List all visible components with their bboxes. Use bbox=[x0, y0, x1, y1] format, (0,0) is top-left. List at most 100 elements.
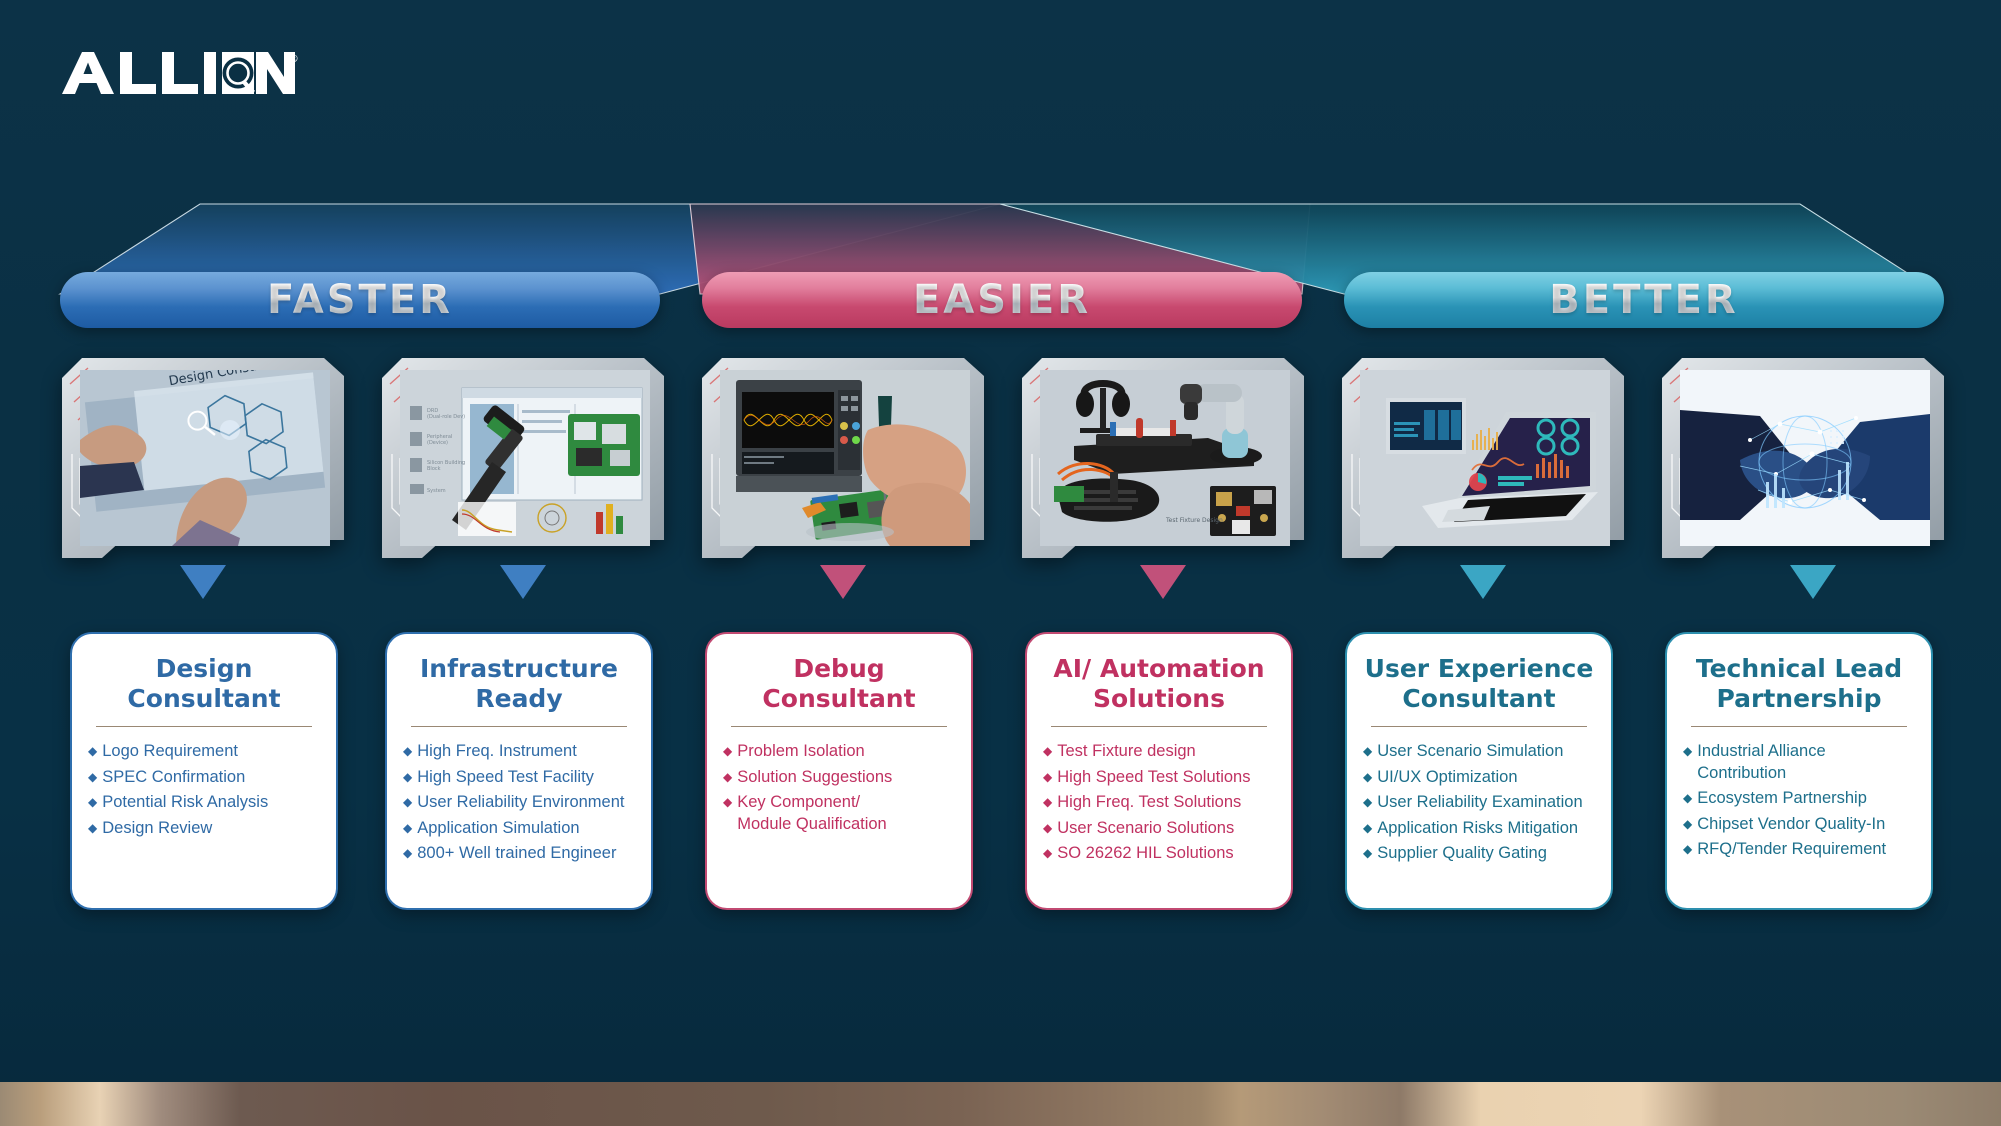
card-infrastructure-ready[interactable]: Infrastructure Ready ◆ High Freq. Instrumen… bbox=[385, 632, 653, 910]
list-item-label: High Speed Test Facility bbox=[417, 767, 594, 786]
card-feature-list: ◆ Industrial Alliance Contribution ◆ Ecosyst… bbox=[1683, 741, 1915, 861]
card-title: Debug Consultant bbox=[762, 654, 916, 713]
list-item: ◆ Chipset Vendor Quality-In bbox=[1683, 814, 1915, 836]
diamond-bullet-icon: ◆ bbox=[1363, 795, 1373, 809]
allion-logo: ® bbox=[60, 48, 300, 100]
list-item-label: Solution Suggestions bbox=[737, 767, 893, 786]
list-item-label: User Scenario Simulation bbox=[1377, 742, 1564, 760]
list-item-label: User Reliability Environment bbox=[417, 793, 625, 811]
connector-triangle-4 bbox=[1140, 565, 1186, 599]
diamond-bullet-icon: ◆ bbox=[1363, 769, 1373, 784]
list-item-label: 800+ Well trained Engineer bbox=[417, 844, 617, 862]
card-user-experience-consultant[interactable]: User Experience Consultant ◆ User Scenario … bbox=[1345, 632, 1613, 910]
list-item-label: Design Review bbox=[102, 818, 213, 837]
list-item: ◆ Key Component/Module Qualification bbox=[723, 792, 955, 835]
diamond-bullet-icon: ◆ bbox=[1043, 744, 1053, 758]
photo-5-image bbox=[1360, 370, 1610, 546]
list-item-label: High Freq. Test Solutions bbox=[1057, 793, 1242, 811]
list-item: ◆ User Scenario Solutions bbox=[1043, 818, 1275, 840]
list-item: ◆ Solution Suggestions bbox=[723, 767, 955, 789]
svg-text:(Device): (Device) bbox=[427, 440, 448, 446]
infographic-slide: ® FASTER EASIER BETTER DRD (Dual-role De… bbox=[0, 0, 2001, 1126]
diamond-bullet-icon: ◆ bbox=[88, 795, 98, 809]
list-item-label: Key Component/Module Qualification bbox=[737, 793, 887, 833]
card-divider bbox=[1691, 726, 1907, 727]
svg-text:Test Fixture Design: Test Fixture Design bbox=[1165, 517, 1223, 524]
diamond-bullet-icon: ◆ bbox=[723, 744, 733, 758]
list-item: ◆ High Freq. Instrument bbox=[403, 741, 635, 763]
list-item: ◆ SPEC Confirmation bbox=[88, 767, 320, 789]
photo-4-image: Test Fixture Design bbox=[1040, 370, 1290, 546]
list-item: ◆ Problem Isolation bbox=[723, 741, 955, 763]
svg-text:(Dual-role Dev): (Dual-role Dev) bbox=[427, 414, 465, 420]
card-debug-consultant[interactable]: Debug Consultant ◆ Problem Isolation ◆ Soluti… bbox=[705, 632, 973, 910]
photo-card-6 bbox=[1662, 358, 1944, 558]
card-design-consultant[interactable]: Design Consultant ◆ Logo Requirement ◆ SPEC C… bbox=[70, 632, 338, 910]
connector-triangle-2 bbox=[500, 565, 546, 599]
list-item-label: Application Simulation bbox=[417, 818, 580, 837]
photo-2-image: DRD (Dual-role Dev) Peripheral (Device) Si… bbox=[400, 370, 650, 546]
list-item: ◆ SO 26262 HIL Solutions bbox=[1043, 843, 1275, 865]
list-item: ◆ High Freq. Test Solutions bbox=[1043, 792, 1275, 814]
card-technical-lead-partnership[interactable]: Technical Lead Partnership ◆ Industrial All… bbox=[1665, 632, 1933, 910]
diamond-bullet-icon: ◆ bbox=[403, 744, 413, 758]
card-title: Infrastructure Ready bbox=[420, 654, 618, 713]
list-item-label: User Reliability Examination bbox=[1377, 793, 1583, 811]
card-divider bbox=[1371, 726, 1587, 727]
banner-faster[interactable]: FASTER bbox=[60, 272, 660, 328]
card-feature-list: ◆ High Freq. Instrument ◆ High Speed Test F… bbox=[403, 741, 635, 865]
photo-card-4: Test Fixture Design bbox=[1022, 358, 1304, 558]
list-item: ◆ High Speed Test Solutions bbox=[1043, 767, 1275, 789]
diamond-bullet-icon: ◆ bbox=[88, 744, 98, 758]
list-item: ◆ Application Risks Mitigation bbox=[1363, 818, 1595, 840]
banner-better-label: BETTER bbox=[1549, 277, 1739, 323]
card-title: User Experience Consultant bbox=[1364, 654, 1594, 713]
svg-text:Block: Block bbox=[427, 466, 441, 472]
list-item: ◆ Supplier Quality Gating bbox=[1363, 843, 1595, 865]
svg-text:®: ® bbox=[288, 52, 299, 65]
connector-triangle-6 bbox=[1790, 565, 1836, 599]
list-item-label: Logo Requirement bbox=[102, 742, 238, 760]
banner-easier[interactable]: EASIER bbox=[702, 272, 1302, 328]
diamond-bullet-icon: ◆ bbox=[403, 846, 413, 860]
photo-3-image bbox=[720, 370, 970, 546]
list-item-label: Potential Risk Analysis bbox=[102, 793, 269, 811]
list-item: ◆ Design Review bbox=[88, 818, 320, 840]
diamond-bullet-icon: ◆ bbox=[88, 769, 98, 784]
banner-easier-label: EASIER bbox=[912, 277, 1092, 323]
bottom-photo-strip bbox=[0, 1082, 2001, 1126]
diamond-bullet-icon: ◆ bbox=[1683, 842, 1693, 856]
list-item: ◆ Potential Risk Analysis bbox=[88, 792, 320, 814]
list-item-label: UI/UX Optimization bbox=[1377, 767, 1518, 786]
card-title: AI/ Automation Solutions bbox=[1053, 654, 1265, 713]
list-item-label: Chipset Vendor Quality-In bbox=[1697, 814, 1886, 833]
photo-6-image bbox=[1680, 370, 1930, 546]
diamond-bullet-icon: ◆ bbox=[1043, 820, 1053, 835]
diamond-bullet-icon: ◆ bbox=[1043, 769, 1053, 784]
list-item: ◆ Test Fixture design bbox=[1043, 741, 1275, 763]
list-item-label: High Freq. Instrument bbox=[417, 742, 577, 760]
card-divider bbox=[96, 726, 312, 727]
photo-card-5 bbox=[1342, 358, 1624, 558]
banner-better[interactable]: BETTER bbox=[1344, 272, 1944, 328]
diamond-bullet-icon: ◆ bbox=[403, 795, 413, 809]
allion-wordmark: ® bbox=[62, 52, 299, 94]
card-ai-automation-solutions[interactable]: AI/ Automation Solutions ◆ Test Fixture des… bbox=[1025, 632, 1293, 910]
diamond-bullet-icon: ◆ bbox=[88, 820, 98, 835]
list-item: ◆ UI/UX Optimization bbox=[1363, 767, 1595, 789]
banner-faster-label: FASTER bbox=[267, 277, 453, 323]
diamond-bullet-icon: ◆ bbox=[1363, 744, 1373, 758]
list-item: ◆ User Reliability Environment bbox=[403, 792, 635, 814]
card-title: Technical Lead Partnership bbox=[1695, 654, 1903, 713]
list-item-label: Supplier Quality Gating bbox=[1377, 844, 1547, 862]
card-title: Design Consultant bbox=[127, 654, 281, 713]
diamond-bullet-icon: ◆ bbox=[403, 820, 413, 835]
list-item-label: High Speed Test Solutions bbox=[1057, 767, 1251, 786]
diamond-bullet-icon: ◆ bbox=[1683, 744, 1693, 758]
svg-text:System: System bbox=[427, 488, 446, 494]
connector-triangle-3 bbox=[820, 565, 866, 599]
card-divider bbox=[731, 726, 947, 727]
card-feature-list: ◆ User Scenario Simulation ◆ UI/UX Optimiza… bbox=[1363, 741, 1595, 865]
list-item-label: Problem Isolation bbox=[737, 742, 865, 760]
list-item-label: Industrial Alliance Contribution bbox=[1697, 742, 1826, 782]
